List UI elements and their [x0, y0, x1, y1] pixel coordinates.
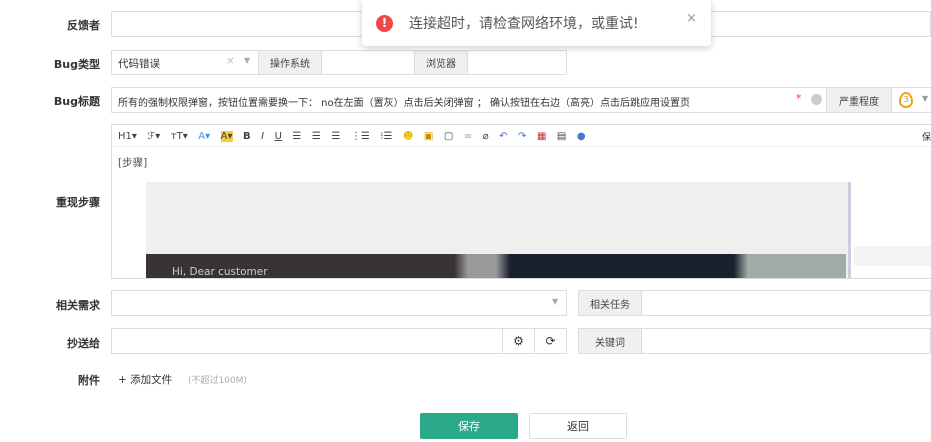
emoji-icon[interactable]: ☻ — [403, 131, 413, 142]
chevron-down-icon: ▼ — [922, 94, 929, 103]
chevron-down-icon: ▼ — [552, 297, 559, 306]
chevron-down-icon: ▼ — [244, 56, 251, 65]
bug-type-value: 代码错误 — [118, 58, 160, 70]
story-label: 相关需求 — [56, 299, 100, 312]
steps-editor[interactable]: H1▾ ℱ▾ тT▾ A▾ A▾ B I U ☰ ☰ ☰ ⋮☰ ⁝☰ ☻ ▣ ▢… — [111, 124, 931, 279]
severity-label: 严重程度 — [826, 87, 892, 113]
highlight-button[interactable]: A▾ — [220, 131, 233, 142]
image-icon[interactable]: ▣ — [424, 131, 433, 142]
cc-input[interactable] — [111, 328, 503, 354]
task-input[interactable] — [641, 290, 931, 316]
save-button[interactable]: 保存 — [420, 413, 518, 439]
os-label: 操作系统 — [258, 50, 322, 75]
bug-type-select[interactable]: 代码错误 × ▼ — [111, 50, 259, 75]
italic-button[interactable]: I — [261, 131, 264, 142]
code-icon[interactable]: ▢ — [444, 131, 453, 142]
underline-button[interactable]: U — [275, 131, 282, 142]
title-value: 所有的强制权限弹窗，按钮位置需要换一下： no在左面（置灰）点击后关闭弹窗 ； … — [118, 98, 690, 109]
reporter-label: 反馈者 — [67, 19, 100, 32]
bold-button[interactable]: B — [243, 131, 251, 142]
os-input[interactable] — [321, 50, 415, 75]
add-file-button[interactable]: + 添加文件 — [118, 372, 172, 387]
fullscreen-icon[interactable]: ▦ — [537, 131, 546, 142]
cc-label: 抄送给 — [67, 337, 100, 350]
screenshot-image: Hi, Dear customer — [146, 182, 851, 278]
help-icon[interactable]: ● — [577, 131, 586, 142]
title-label: Bug标题 — [53, 95, 100, 108]
refresh-icon[interactable]: ⟳ — [534, 328, 567, 354]
clear-icon[interactable]: × — [226, 55, 235, 67]
task-label: 相关任务 — [578, 290, 642, 316]
flame-icon: 3 — [899, 92, 913, 108]
steps-text: [步骤] — [118, 157, 148, 169]
steps-label: 重现步骤 — [56, 196, 100, 209]
font-family-button[interactable]: ℱ▾ — [147, 131, 160, 142]
redo-icon[interactable]: ↷ — [518, 131, 526, 142]
title-input[interactable]: 所有的强制权限弹窗，按钮位置需要换一下： no在左面（置灰）点击后关闭弹窗 ； … — [111, 87, 827, 113]
ordered-list-icon[interactable]: ⋮☰ — [351, 131, 370, 142]
browser-input[interactable] — [467, 50, 567, 75]
paste-icon[interactable]: ▤ — [557, 131, 566, 142]
align-right-icon[interactable]: ☰ — [331, 131, 340, 142]
font-size-button[interactable]: тT▾ — [171, 131, 188, 142]
error-toast: ! 连接超时，请检查网络环境，或重试! × — [362, 0, 711, 46]
required-mark: * — [796, 93, 802, 105]
link-icon[interactable]: ∞ — [464, 131, 472, 142]
browser-label: 浏览器 — [414, 50, 468, 75]
unordered-list-icon[interactable]: ⁝☰ — [380, 131, 392, 142]
toast-message: 连接超时，请检查网络环境，或重试! — [409, 16, 639, 32]
palette-icon[interactable] — [811, 94, 822, 105]
attach-label: 附件 — [78, 374, 100, 387]
toolbar-save[interactable]: 保 — [922, 130, 931, 143]
story-select[interactable]: ▼ — [111, 290, 567, 316]
font-color-button[interactable]: A▾ — [198, 131, 210, 142]
keywords-input[interactable] — [641, 328, 931, 354]
align-center-icon[interactable]: ☰ — [312, 131, 321, 142]
undo-icon[interactable]: ↶ — [499, 131, 507, 142]
close-icon[interactable]: × — [686, 11, 697, 26]
image-caption: Hi, Dear customer — [172, 266, 268, 278]
error-icon: ! — [376, 14, 393, 32]
editor-toolbar: H1▾ ℱ▾ тT▾ A▾ A▾ B I U ☰ ☰ ☰ ⋮☰ ⁝☰ ☻ ▣ ▢… — [112, 125, 931, 147]
bug-type-label: Bug类型 — [53, 58, 100, 71]
size-limit: (不超过100M) — [188, 376, 247, 386]
align-left-icon[interactable]: ☰ — [292, 131, 301, 142]
gear-icon[interactable]: ⚙ — [502, 328, 535, 354]
severity-select[interactable]: 3 ▼ — [891, 87, 931, 113]
back-button[interactable]: 返回 — [529, 413, 627, 439]
eraser-icon[interactable]: ⌀ — [483, 131, 489, 142]
heading-button[interactable]: H1▾ — [118, 131, 137, 142]
keywords-label: 关键词 — [578, 328, 642, 354]
